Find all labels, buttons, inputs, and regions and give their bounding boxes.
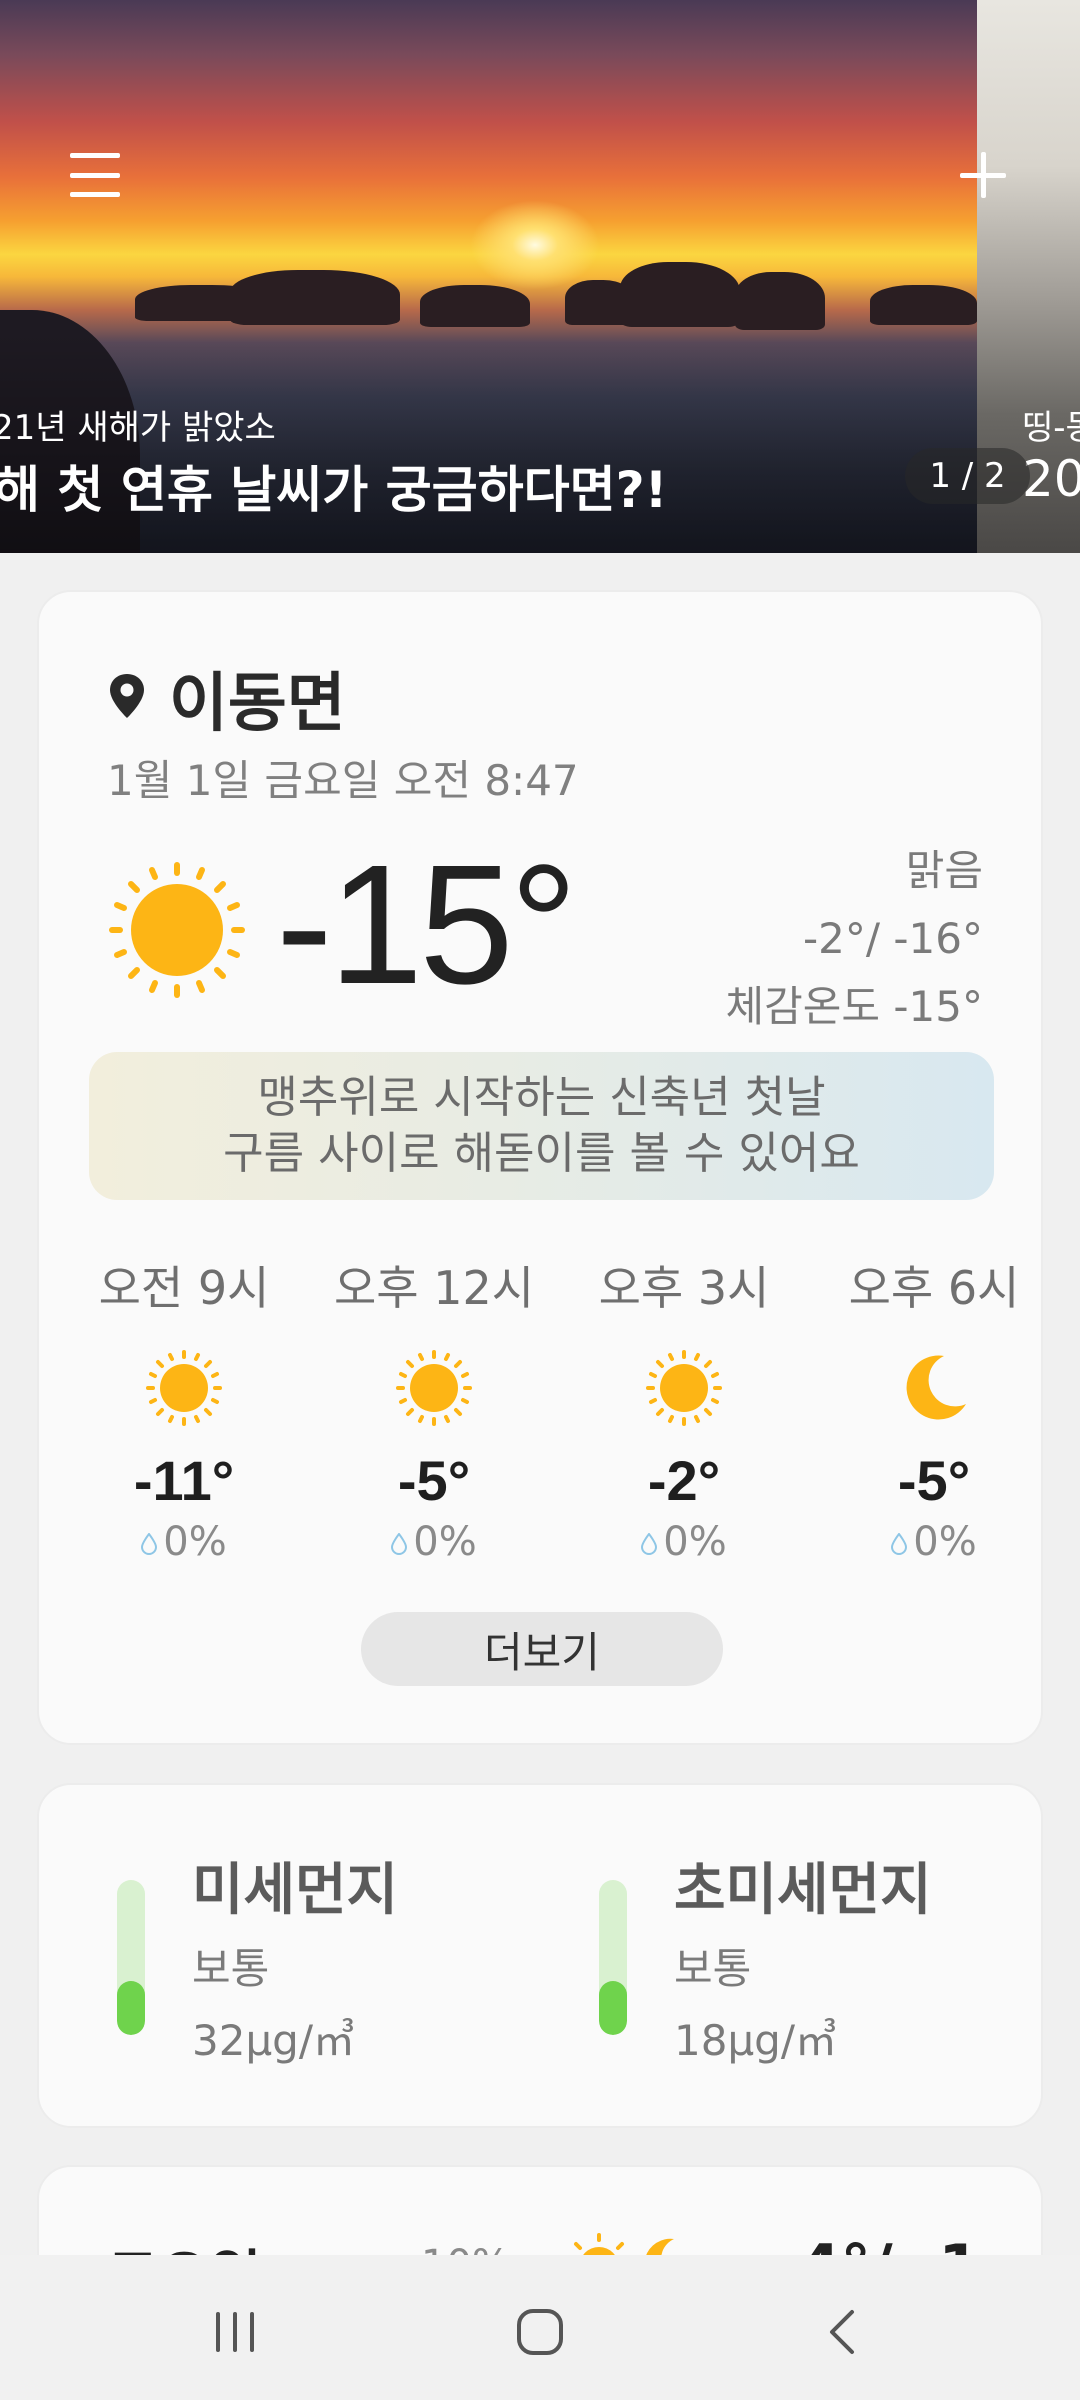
rain-chance: 0%: [413, 1519, 477, 1565]
message-line-2: 구름 사이로 해돋이를 볼 수 있어요: [223, 1128, 860, 1179]
raindrop-icon: [391, 1533, 408, 1555]
air-quality-card[interactable]: 미세먼지 보통 32μg/㎥ 초미세먼지 보통 18μg/㎥: [37, 1783, 1043, 2128]
current-weather-card[interactable]: 이동면 1월 1일 금요일 오전 8:47 -15° 맑음 -2°/ -16° …: [37, 590, 1043, 1745]
ultrafine-dust-level-fill: [599, 1980, 627, 2035]
hour-time: 오후 3시: [598, 1261, 770, 1315]
ultrafine-dust-title: 초미세먼지: [674, 1858, 932, 1923]
sun-icon: [646, 1350, 722, 1426]
recent-apps-icon[interactable]: [210, 2310, 260, 2354]
more-button[interactable]: 더보기: [361, 1612, 723, 1686]
fine-dust-level-bar: [117, 1880, 145, 2035]
banner-title: 해 첫 연휴 날씨가 궁금하다면?!: [0, 461, 668, 519]
raindrop-icon: [141, 1533, 158, 1555]
high-low-temp: -2°/ -16°: [803, 914, 983, 963]
location-pin-icon: [110, 674, 144, 718]
hour-time: 오후 6시: [848, 1261, 1020, 1315]
sun-icon: [396, 1350, 472, 1426]
fine-dust-status: 보통: [192, 1944, 270, 1993]
home-icon[interactable]: [515, 2307, 565, 2357]
banner-pager: 1 / 2: [905, 448, 1030, 504]
add-location-icon[interactable]: [956, 148, 1010, 202]
next-banner-subtitle: 띵-동: [1022, 408, 1080, 448]
ultrafine-dust-level-bar: [599, 1880, 627, 2035]
rain-chance: 0%: [163, 1519, 227, 1565]
raindrop-icon: [641, 1533, 658, 1555]
banner-subtitle: 21년 새해가 밝았소: [0, 408, 276, 448]
hour-rain: 0%: [559, 1519, 809, 1565]
hour-rain: 0%: [809, 1519, 1059, 1565]
location-name: 이동면: [169, 667, 346, 741]
hourly-item: 오후 3시 -2° 0%: [559, 1252, 809, 1565]
hour-temp: -5°: [397, 1449, 471, 1512]
message-line-1: 맹추위로 시작하는 신축년 첫날: [257, 1072, 826, 1123]
condition-summary: 맑음 -2°/ -16° 체감온도 -15°: [725, 837, 983, 1041]
sun-glow: [470, 200, 600, 290]
feels-like-temp: 체감온도 -15°: [725, 982, 983, 1031]
current-temperature: -15°: [276, 830, 578, 1020]
hour-rain: 0%: [59, 1519, 309, 1565]
sun-icon: [146, 1350, 222, 1426]
current-datetime: 1월 1일 금요일 오전 8:47: [107, 756, 579, 805]
rain-chance: 0%: [663, 1519, 727, 1565]
back-icon[interactable]: [822, 2307, 862, 2357]
hour-temp: -5°: [897, 1449, 971, 1512]
hourly-forecast[interactable]: 오전 9시 -11° 0% 오후 12시 -5° 0% 오후 3시 -2° 0%…: [59, 1252, 1059, 1565]
raindrop-icon: [891, 1533, 908, 1555]
hour-temp: -11°: [133, 1449, 235, 1512]
rain-chance: 0%: [913, 1519, 977, 1565]
ultrafine-dust-block: 초미세먼지 보통 18μg/㎥: [599, 1785, 1079, 2130]
hour-temp: -2°: [647, 1449, 721, 1512]
next-banner-title: 20: [1022, 450, 1080, 508]
weather-message: 맹추위로 시작하는 신축년 첫날 구름 사이로 해돋이를 볼 수 있어요: [89, 1052, 994, 1200]
fine-dust-block: 미세먼지 보통 32μg/㎥: [117, 1785, 597, 2130]
condition-text: 맑음: [905, 846, 983, 895]
system-navigation-bar: [0, 2255, 1080, 2400]
hour-time: 오전 9시: [98, 1261, 270, 1315]
hero-banner[interactable]: 21년 새해가 밝았소 해 첫 연휴 날씨가 궁금하다면?! 띵-동 20 1 …: [0, 0, 1080, 553]
moon-icon: [906, 1355, 966, 1420]
hour-rain: 0%: [309, 1519, 559, 1565]
fine-dust-title: 미세먼지: [192, 1858, 399, 1923]
hour-time: 오후 12시: [333, 1261, 535, 1315]
ultrafine-dust-value: 18μg/㎥: [674, 2016, 837, 2065]
fine-dust-value: 32μg/㎥: [192, 2016, 355, 2065]
menu-icon[interactable]: [70, 150, 120, 200]
hourly-item: 오후 12시 -5° 0%: [309, 1252, 559, 1565]
hourly-item: 오전 9시 -11° 0%: [59, 1252, 309, 1565]
ultrafine-dust-status: 보통: [674, 1944, 752, 1993]
hourly-item: 오후 6시 -5° 0%: [809, 1252, 1059, 1565]
fine-dust-level-fill: [117, 1980, 145, 2035]
sun-icon: [109, 862, 245, 998]
